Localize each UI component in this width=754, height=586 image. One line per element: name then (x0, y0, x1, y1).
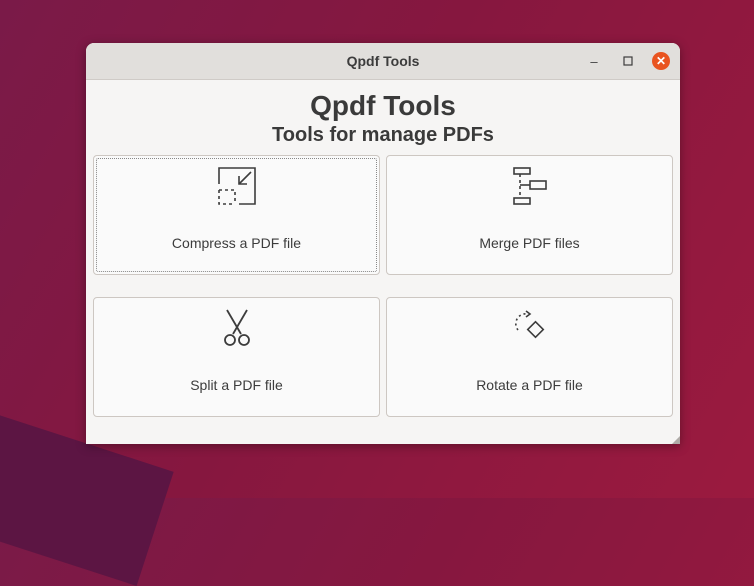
main-content: Qpdf Tools Tools for manage PDFs Compres… (86, 80, 680, 417)
window-title: Qpdf Tools (346, 53, 420, 69)
compress-icon (217, 167, 256, 205)
page-title: Qpdf Tools (310, 90, 456, 121)
minimize-button[interactable]: – (584, 52, 604, 70)
compress-pdf-label: Compress a PDF file (171, 235, 302, 251)
maximize-icon (623, 56, 633, 66)
page-subtitle: Tools for manage PDFs (272, 124, 494, 146)
split-pdf-button[interactable]: Split a PDF file (93, 297, 380, 417)
tools-grid: Compress a PDF file Merge PDF files Spli… (93, 155, 673, 417)
maximize-button[interactable] (618, 52, 638, 70)
app-window: Qpdf Tools – ✕ Qpdf Tools Tools for mana… (86, 43, 680, 444)
rotate-pdf-label: Rotate a PDF file (476, 377, 583, 393)
rotate-pdf-button[interactable]: Rotate a PDF file (386, 297, 673, 417)
titlebar[interactable]: Qpdf Tools – ✕ (86, 43, 680, 80)
merge-pdf-button[interactable]: Merge PDF files (386, 155, 673, 275)
window-controls: – ✕ (584, 52, 670, 70)
merge-pdf-label: Merge PDF files (479, 235, 580, 251)
merge-icon (512, 167, 547, 205)
compress-pdf-button[interactable]: Compress a PDF file (93, 155, 380, 275)
scissors-icon (223, 309, 250, 346)
rotate-icon (514, 310, 544, 339)
close-button[interactable]: ✕ (652, 52, 670, 70)
resize-grip[interactable] (672, 436, 680, 444)
split-pdf-label: Split a PDF file (190, 377, 283, 393)
